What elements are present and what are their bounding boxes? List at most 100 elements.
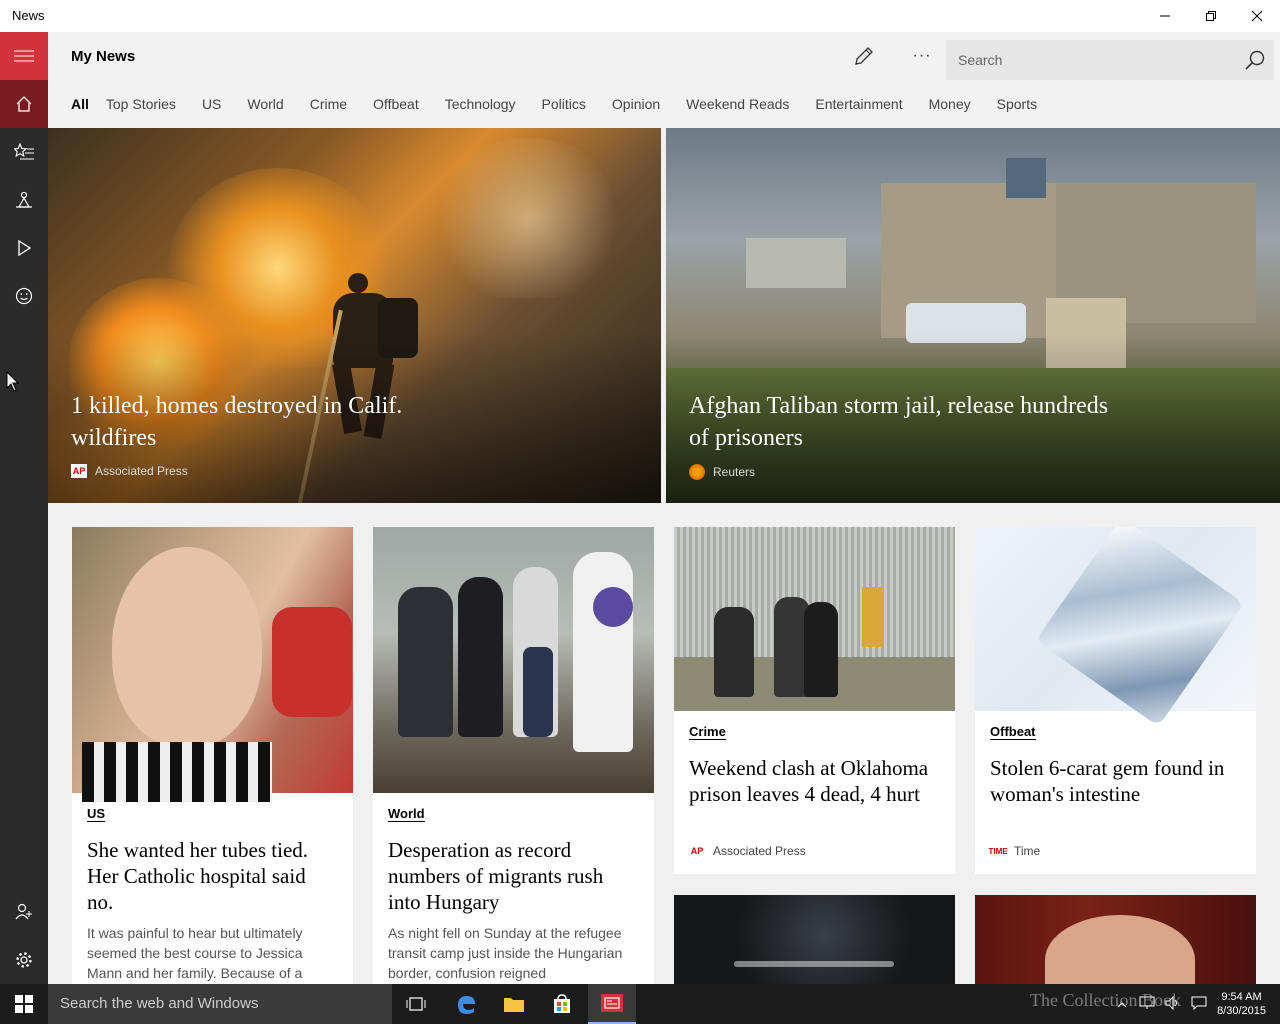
hamburger-icon — [14, 50, 34, 62]
search-icon[interactable] — [1244, 49, 1266, 71]
reuters-logo-icon — [689, 464, 705, 480]
restore-button[interactable] — [1188, 0, 1234, 32]
task-view-button[interactable] — [392, 984, 440, 1024]
window-title: News — [12, 8, 45, 23]
tab-entertainment[interactable]: Entertainment — [815, 96, 902, 116]
more-options-button[interactable]: ··· — [906, 40, 938, 72]
play-icon — [18, 240, 32, 256]
sidebar — [0, 32, 48, 984]
tab-all[interactable]: All — [71, 96, 89, 116]
story-title: Desperation as record numbers of migrant… — [388, 838, 604, 914]
edge-icon — [458, 996, 475, 1014]
hero-source: AP Associated Press — [71, 464, 188, 478]
sidebar-item-home[interactable] — [0, 80, 48, 128]
clock-time: 9:54 AM — [1221, 991, 1262, 1003]
source-name: Associated Press — [95, 464, 188, 478]
hamburger-menu-button[interactable] — [0, 32, 48, 80]
story-card-crime[interactable]: Crime Weekend clash at Oklahoma prison l… — [674, 527, 955, 874]
taskbar-search-box[interactable]: Search the web and Windows — [48, 984, 392, 1024]
smiley-icon — [15, 287, 33, 305]
store-button[interactable] — [538, 984, 586, 1024]
page-title: My News — [71, 48, 136, 65]
tab-us[interactable]: US — [202, 96, 221, 116]
story-title: She wanted her tubes tied. Her Catholic … — [87, 838, 309, 914]
associated-press-logo: AP — [71, 464, 87, 478]
search-input[interactable] — [946, 40, 1236, 80]
story-card-us[interactable]: US She wanted her tubes tied. Her Cathol… — [72, 527, 353, 984]
story-summary: It was painful to hear but ultimately se… — [87, 925, 303, 981]
associated-press-logo: AP — [689, 844, 705, 858]
story-card-partial[interactable] — [674, 895, 955, 984]
tab-weekend-reads[interactable]: Weekend Reads — [686, 96, 789, 116]
story-source: TIME Time — [988, 844, 1041, 858]
story-image — [674, 527, 955, 711]
sidebar-item-local[interactable] — [0, 176, 48, 224]
story-source: AP Associated Press — [689, 844, 806, 858]
tab-top-stories[interactable]: Top Stories — [106, 96, 176, 116]
story-image — [975, 527, 1256, 727]
tab-opinion[interactable]: Opinion — [612, 96, 660, 116]
story-card-partial[interactable] — [975, 895, 1256, 984]
close-button[interactable] — [1234, 0, 1280, 32]
settings-button[interactable] — [0, 936, 48, 984]
file-explorer-button[interactable] — [490, 984, 538, 1024]
windows-logo-icon — [15, 995, 33, 1013]
title-bar: News — [0, 0, 1280, 32]
story-title: Stolen 6-carat gem found in woman's inte… — [990, 756, 1225, 806]
hero-headline: 1 killed, homes destroyed in Calif. wild… — [71, 393, 403, 451]
sidebar-item-interests[interactable] — [0, 128, 48, 176]
account-button[interactable] — [0, 888, 48, 936]
source-name: Associated Press — [713, 844, 806, 858]
time-logo: TIME — [988, 846, 1008, 856]
tab-money[interactable]: Money — [929, 96, 971, 116]
header: My News ··· All Top Stories US World Cri… — [48, 32, 1280, 128]
category-tag: World — [388, 806, 425, 822]
clock[interactable]: 9:54 AM 8/30/2015 — [1217, 990, 1266, 1018]
category-tabs: All Top Stories US World Crime Offbeat T… — [71, 96, 1063, 116]
hero-source: Reuters — [689, 464, 755, 480]
tab-crime[interactable]: Crime — [310, 96, 347, 116]
tab-offbeat[interactable]: Offbeat — [373, 96, 419, 116]
category-tag: Offbeat — [990, 724, 1036, 740]
sidebar-item-sources[interactable] — [0, 272, 48, 320]
hero-story-taliban[interactable]: Afghan Taliban storm jail, release hundr… — [666, 128, 1280, 503]
news-app-button[interactable] — [588, 984, 636, 1024]
story-card-offbeat[interactable]: Offbeat Stolen 6-carat gem found in woma… — [975, 527, 1256, 874]
home-icon — [16, 96, 32, 112]
store-icon — [554, 994, 570, 1013]
minimize-button[interactable] — [1142, 0, 1188, 32]
tab-politics[interactable]: Politics — [542, 96, 586, 116]
edge-browser-button[interactable] — [442, 984, 490, 1024]
story-card-world[interactable]: World Desperation as record numbers of m… — [373, 527, 654, 984]
tab-sports[interactable]: Sports — [997, 96, 1037, 116]
folder-icon — [504, 998, 524, 1012]
clock-date: 8/30/2015 — [1217, 1005, 1266, 1017]
hero-headline: Afghan Taliban storm jail, release hundr… — [689, 393, 1109, 451]
gear-icon — [16, 952, 32, 968]
restore-icon — [1206, 11, 1216, 21]
local-news-icon — [16, 191, 32, 208]
story-image — [373, 527, 654, 793]
mouse-cursor-icon — [6, 371, 20, 392]
edit-button[interactable] — [848, 40, 880, 72]
story-summary: As night fell on Sunday at the refugee t… — [388, 925, 623, 981]
close-icon — [1251, 10, 1263, 22]
hero-story-wildfire[interactable]: 1 killed, homes destroyed in Calif. wild… — [48, 128, 661, 503]
source-name: Time — [1014, 844, 1041, 858]
pencil-icon — [855, 47, 873, 65]
news-icon — [601, 994, 623, 1012]
action-center-icon[interactable] — [1191, 996, 1207, 1013]
minimize-icon — [1160, 15, 1170, 17]
category-tag: Crime — [689, 724, 726, 740]
tab-world[interactable]: World — [247, 96, 283, 116]
sidebar-item-video[interactable] — [0, 224, 48, 272]
story-title: Weekend clash at Oklahoma prison leaves … — [689, 756, 929, 806]
tab-technology[interactable]: Technology — [445, 96, 516, 116]
search-box — [946, 40, 1274, 80]
source-name: Reuters — [713, 465, 756, 479]
task-view-icon — [406, 997, 426, 1011]
story-image — [674, 895, 955, 984]
start-button[interactable] — [0, 984, 48, 1024]
category-tag: US — [87, 806, 106, 822]
star-list-icon — [14, 143, 34, 160]
